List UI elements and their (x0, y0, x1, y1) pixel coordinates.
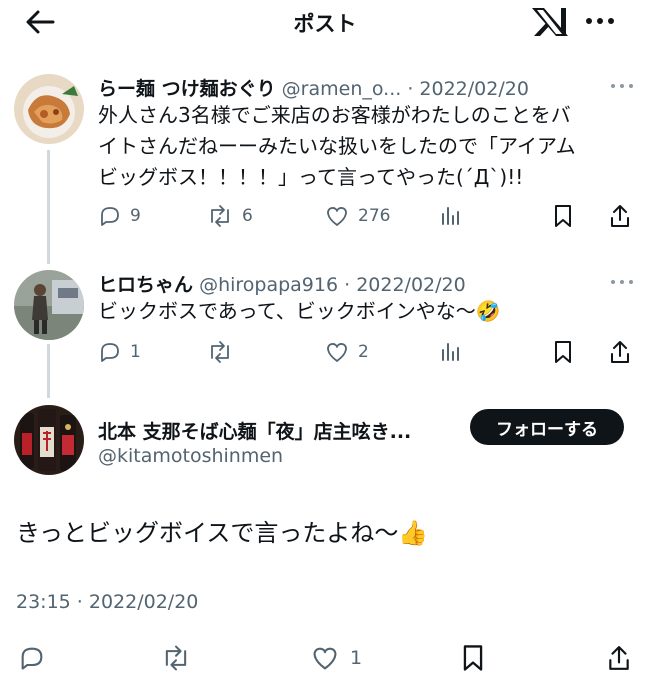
heart-icon (327, 343, 347, 362)
views-icon (442, 343, 459, 361)
author-name[interactable]: ヒロちゃん (98, 274, 193, 296)
post-date[interactable]: · 2022/02/20 (407, 78, 529, 100)
bookmark-icon (463, 645, 483, 671)
views-icon (442, 207, 459, 225)
bookmark-button[interactable] (552, 336, 574, 368)
more-options-button[interactable] (580, 6, 620, 36)
repost-icon (211, 205, 229, 227)
views-button[interactable] (438, 200, 462, 232)
reply-button[interactable]: 9 (98, 200, 141, 232)
share-button[interactable] (606, 638, 632, 678)
repost-button[interactable] (160, 638, 192, 678)
like-button[interactable]: 1 (310, 638, 362, 678)
avatar[interactable] (14, 74, 84, 144)
main-post-text: きっとビッグボイスで言ったよね〜👍 (16, 519, 429, 547)
post-header: ヒロちゃん @hiropapa916 · 2022/02/20 (98, 270, 466, 297)
main-post-handle: @kitamotoshinmen (98, 445, 283, 467)
thread-line (47, 150, 50, 264)
x-logo-icon[interactable] (528, 4, 574, 40)
reply-icon (21, 647, 43, 670)
thread-line (47, 344, 50, 398)
author-name[interactable]: らー麺 つけ麺おぐり (98, 78, 276, 100)
share-icon (611, 205, 629, 227)
repost-count: 6 (242, 206, 253, 226)
repost-button[interactable]: 6 (206, 200, 253, 232)
like-count: 276 (358, 206, 391, 226)
like-button[interactable]: 276 (324, 200, 390, 232)
post-more-icon[interactable] (608, 79, 636, 93)
post-body: ビックボスであって、ビックボインやな〜🤣 (98, 296, 501, 327)
bookmark-button[interactable] (460, 638, 486, 678)
bookmark-icon (555, 205, 571, 227)
top-bar: ポスト (0, 0, 650, 44)
post-more-icon[interactable] (608, 275, 636, 289)
avatar[interactable] (14, 270, 84, 340)
reply-icon (101, 343, 119, 362)
like-count: 1 (350, 647, 363, 669)
views-button[interactable] (438, 336, 462, 368)
post-body: 外人さん3名様でご来店のお客様がわたしのことをバ イトさんだねーーみたいな扱いを… (98, 100, 576, 193)
post-actions: 1 2 (98, 336, 638, 368)
heart-icon (327, 207, 347, 226)
repost-icon (211, 341, 229, 363)
post-line: ビッグボス！！！！」って言ってやった(´Д`)!! (98, 165, 524, 189)
post-line: イトさんだねーーみたいな扱いをしたので「アイアム (98, 134, 576, 158)
author-handle[interactable]: @kitamotoshinmen (98, 445, 283, 467)
repost-icon (165, 645, 187, 671)
main-post-actions: 1 (0, 638, 650, 678)
share-button[interactable] (608, 336, 632, 368)
follow-button[interactable]: フォローする (470, 409, 624, 445)
author-handle[interactable]: @ramen_o... (282, 78, 402, 100)
post-actions: 9 6 276 (98, 200, 638, 232)
author-name[interactable]: 北本 支那そば心麺「夜」店主呟き... (98, 421, 411, 443)
share-button[interactable] (608, 200, 632, 232)
post-date[interactable]: · 2022/02/20 (344, 274, 466, 296)
reply-count: 9 (130, 206, 141, 226)
more-dots-icon (586, 18, 614, 24)
reply-count: 1 (130, 342, 141, 362)
bookmark-icon (555, 341, 571, 363)
heart-icon (313, 647, 337, 670)
like-count: 2 (358, 342, 369, 362)
post-timestamp[interactable]: 23:15 · 2022/02/20 (16, 591, 198, 613)
reply-icon (101, 207, 119, 226)
post-line: 外人さん3名様でご来店のお客様がわたしのことをバ (98, 103, 571, 127)
like-button[interactable]: 2 (324, 336, 369, 368)
bookmark-button[interactable] (552, 200, 574, 232)
post-header: らー麺 つけ麺おぐり @ramen_o... · 2022/02/20 (98, 74, 529, 101)
share-icon (611, 341, 629, 363)
main-post-author: 北本 支那そば心麺「夜」店主呟き... (98, 417, 411, 444)
share-icon (609, 646, 629, 670)
reply-button[interactable] (18, 638, 46, 678)
repost-button[interactable] (206, 336, 242, 368)
author-handle[interactable]: @hiropapa916 (199, 274, 338, 296)
post-line: ビックボスであって、ビックボインやな〜🤣 (98, 299, 501, 323)
reply-button[interactable]: 1 (98, 336, 141, 368)
avatar[interactable] (14, 405, 84, 475)
